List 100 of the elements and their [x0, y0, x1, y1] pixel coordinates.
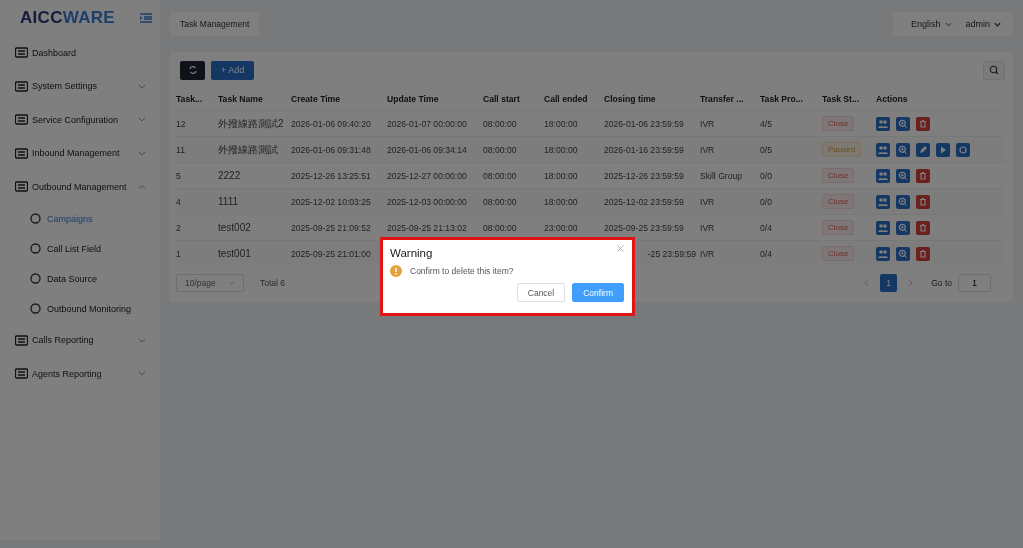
table-cell: 2025-09-25 21:09:52 — [291, 222, 371, 233]
zoom-icon[interactable] — [896, 168, 910, 183]
table-cell: 4 — [176, 196, 181, 207]
chevron-icon — [138, 371, 146, 377]
status-tag: Close — [822, 116, 855, 131]
menu-item-icon — [15, 147, 28, 159]
refresh-button[interactable] — [180, 60, 205, 80]
language-dropdown[interactable]: English — [911, 19, 941, 29]
trash-icon[interactable] — [916, 116, 930, 131]
table-cell: 2025-12-26 13:25:51 — [291, 170, 371, 181]
user-dropdown[interactable]: admin — [965, 19, 990, 29]
trash-icon[interactable] — [916, 246, 930, 261]
nav-item[interactable]: System Settings — [0, 69, 160, 103]
column-header: Transfer ... — [700, 88, 760, 111]
status-tag: Close — [822, 220, 855, 235]
logo: AICCWARE — [20, 8, 115, 28]
nav-item[interactable]: Agents Reporting — [0, 357, 160, 391]
nav-subitem[interactable]: Campaigns — [0, 203, 160, 234]
table-cell: IVR — [700, 248, 715, 259]
tab[interactable]: Task Management — [170, 12, 260, 36]
table-cell: 2025-12-03 00:00:00 — [387, 196, 467, 207]
table-cell: 外撥線路測試 — [218, 143, 278, 155]
table-cell: 08:00:00 — [483, 118, 517, 129]
zoom-icon[interactable] — [896, 220, 910, 235]
table-cell: 2026-01-07 00:00:00 — [387, 118, 467, 129]
close-icon[interactable] — [617, 245, 624, 252]
page-button[interactable]: 1 — [880, 274, 898, 292]
table-cell: 0/4 — [760, 222, 772, 233]
nav-item[interactable]: Service Configuration — [0, 103, 160, 137]
nav-item[interactable]: Calls Reporting — [0, 323, 160, 357]
column-header: Call start — [483, 88, 544, 111]
menu-item-icon — [15, 80, 28, 92]
nav-item[interactable]: Dashboard — [0, 36, 160, 70]
table-cell: 23:00:00 — [544, 222, 578, 233]
table-cell: 0/0 — [760, 170, 772, 181]
table-cell: 0/0 — [760, 196, 772, 207]
menu-icon[interactable] — [140, 13, 152, 23]
table-cell: 2026-01-06 09:40:20 — [291, 118, 371, 129]
nav-item[interactable]: Outbound Management — [0, 170, 160, 204]
table-cell: 08:00:00 — [483, 170, 517, 181]
page-size-select[interactable]: 10/page — [176, 274, 244, 292]
table-cell: IVR — [700, 196, 715, 207]
users-icon[interactable] — [876, 246, 890, 261]
column-header: Task Name — [218, 88, 291, 111]
table-cell: 08:00:00 — [483, 144, 517, 155]
nav-subitem[interactable]: Call List Field — [0, 233, 160, 264]
chevron-icon — [994, 21, 1001, 27]
dialog-message: Confirm to delete this item? — [410, 266, 514, 276]
column-header: Actions — [876, 88, 1005, 111]
table-cell: 2025-09-25 21:13:02 — [387, 222, 467, 233]
add-button[interactable]: + Add — [211, 60, 255, 80]
goto-input[interactable]: 1 — [958, 274, 991, 292]
table-cell: 18:00:00 — [544, 118, 578, 129]
goto-label: Go to — [931, 278, 952, 288]
table-cell: 2025-12-26 23:59:59 — [604, 170, 684, 181]
zoom-icon[interactable] — [896, 246, 910, 261]
menu-item-icon — [15, 368, 28, 380]
circle-icon[interactable] — [956, 142, 970, 157]
column-header: Task St... — [822, 88, 876, 111]
table-cell: 2026-01-06 09:34:14 — [387, 144, 467, 155]
warning-icon — [390, 265, 402, 277]
table-cell: 2025-09-25 21:01:00 — [291, 248, 371, 259]
trash-icon[interactable] — [916, 194, 930, 209]
users-icon[interactable] — [876, 168, 890, 183]
users-icon[interactable] — [876, 116, 890, 131]
table-cell: 2 — [176, 222, 181, 233]
nav-subitem[interactable]: Outbound Monitoring — [0, 293, 160, 324]
users-icon[interactable] — [876, 142, 890, 157]
search-button[interactable] — [983, 60, 1005, 80]
table-cell: 1 — [176, 248, 181, 259]
nav-subitem[interactable]: Data Source — [0, 263, 160, 294]
menu-item-icon — [30, 273, 41, 284]
zoom-icon[interactable] — [896, 194, 910, 209]
table-cell: test001 — [218, 248, 251, 259]
menu-item-icon — [15, 47, 28, 59]
column-header: Task Pro... — [760, 88, 822, 111]
zoom-icon[interactable] — [896, 142, 910, 157]
table-cell: 2026-01-06 09:31:48 — [291, 144, 371, 155]
menu-item-icon — [30, 303, 41, 314]
trash-icon[interactable] — [916, 220, 930, 235]
status-tag: Close — [822, 194, 855, 209]
users-icon[interactable] — [876, 220, 890, 235]
chevron-icon — [138, 184, 146, 190]
chevron-icon — [138, 337, 146, 343]
table-cell: 0/4 — [760, 248, 772, 259]
confirm-button[interactable]: Confirm — [572, 283, 624, 302]
play-icon[interactable] — [936, 142, 950, 157]
zoom-icon[interactable] — [896, 116, 910, 131]
chevron-icon — [138, 117, 146, 123]
cancel-button[interactable]: Cancel — [516, 283, 566, 302]
users-icon[interactable] — [876, 194, 890, 209]
total-count: Total 6 — [260, 278, 286, 288]
table-cell: 0/5 — [760, 144, 772, 155]
trash-icon[interactable] — [916, 168, 930, 183]
nav-item[interactable]: Inbound Management — [0, 136, 160, 170]
table-cell: 1111 — [218, 196, 239, 207]
column-header: Closing time — [604, 88, 700, 111]
pencil-icon[interactable] — [916, 142, 930, 157]
table-cell: 18:00:00 — [544, 170, 578, 181]
search-icon — [989, 65, 999, 75]
